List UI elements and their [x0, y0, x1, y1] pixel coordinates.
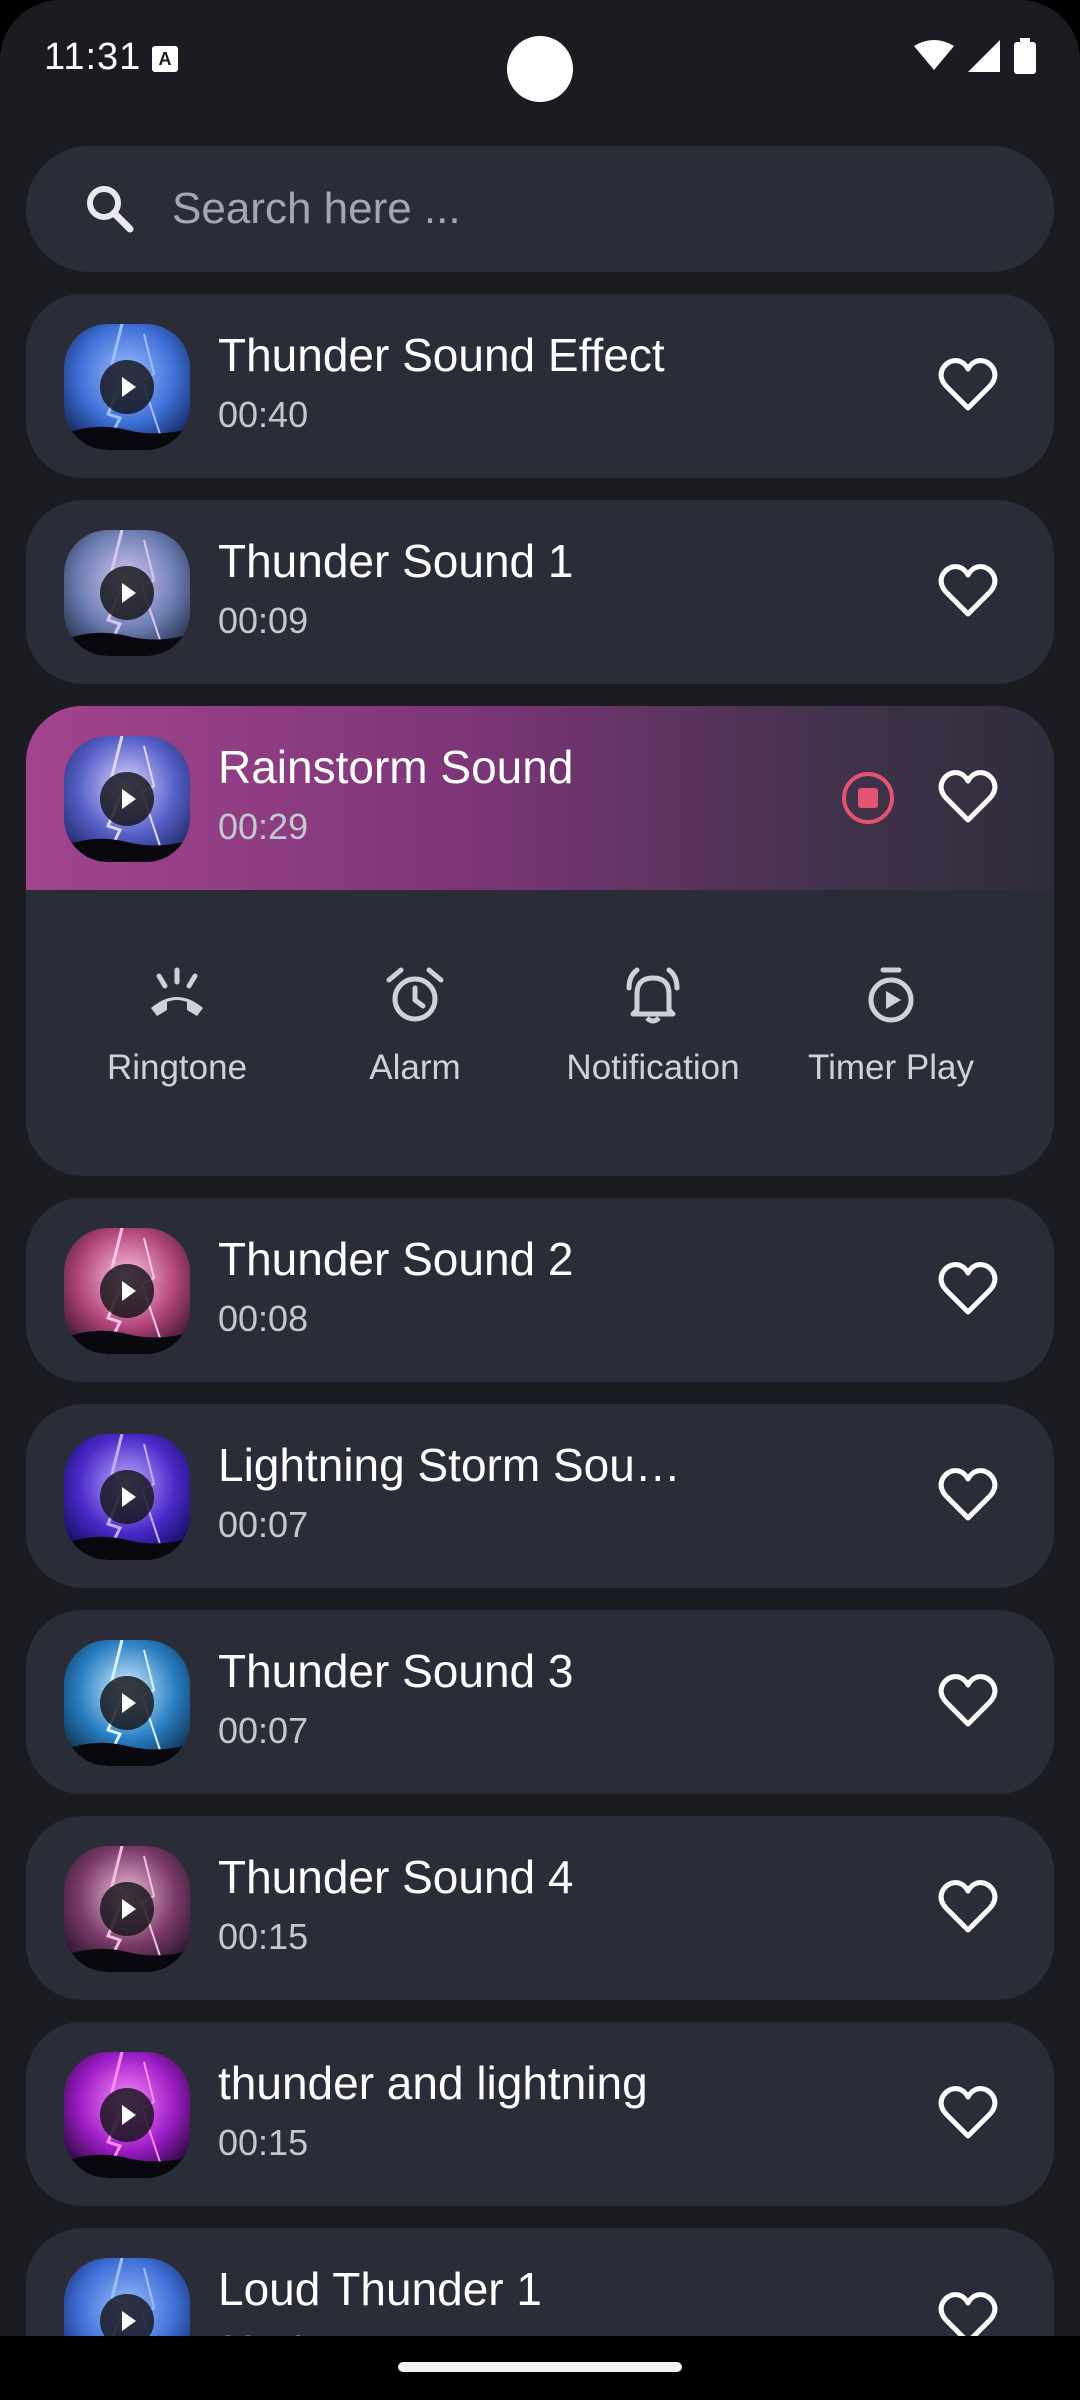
sound-card-header[interactable]: Thunder Sound Effect 00:40	[26, 294, 1054, 478]
sound-thumbnail[interactable]	[64, 2052, 190, 2178]
stop-icon[interactable]	[840, 770, 896, 826]
sound-card-expanded[interactable]: Rainstorm Sound 00:29 Ringtone Alarm Notif…	[26, 706, 1054, 1176]
sound-card-header[interactable]: thunder and lightning 00:15	[26, 2022, 1054, 2206]
favorite-heart-icon[interactable]	[938, 562, 998, 622]
sound-duration: 00:15	[218, 2122, 309, 2163]
sound-card[interactable]: Thunder Sound Effect 00:40	[26, 294, 1054, 478]
sound-duration: 00:09	[218, 600, 309, 641]
search-icon	[87, 186, 134, 233]
sound-thumbnail[interactable]	[64, 736, 190, 862]
action-ringtone-button[interactable]: Ringtone	[58, 890, 296, 1176]
alarm-icon	[383, 964, 447, 1028]
sound-card-header[interactable]: Lightning Storm Sou… 00:07	[26, 1404, 1054, 1588]
sound-card[interactable]: Thunder Sound 2 00:08	[26, 1198, 1054, 1382]
sound-title: Thunder Sound 1	[218, 535, 574, 587]
play-icon[interactable]	[100, 2088, 154, 2142]
sound-list: Thunder Sound Effect 00:40 Thunder Sound…	[26, 294, 1054, 2400]
action-label: Alarm	[369, 1048, 461, 1087]
favorite-heart-icon[interactable]	[938, 768, 998, 828]
favorite-heart-icon[interactable]	[938, 1260, 998, 1320]
sound-card[interactable]: Thunder Sound 3 00:07	[26, 1610, 1054, 1794]
sound-title: Lightning Storm Sou…	[218, 1439, 681, 1491]
sound-card[interactable]: Thunder Sound 1 00:09	[26, 500, 1054, 684]
sound-card[interactable]: thunder and lightning 00:15	[26, 2022, 1054, 2206]
play-icon[interactable]	[100, 360, 154, 414]
sound-actions: Ringtone Alarm Notification Timer Play	[26, 890, 1054, 1176]
signal-icon	[968, 40, 1000, 72]
sound-card-header[interactable]: Thunder Sound 1 00:09	[26, 500, 1054, 684]
action-notification-button[interactable]: Notification	[534, 890, 772, 1176]
action-label: Ringtone	[106, 1048, 248, 1087]
sound-duration: 00:07	[218, 1710, 309, 1751]
sound-title: Thunder Sound 3	[218, 1645, 574, 1697]
action-alarm-button[interactable]: Alarm	[296, 890, 534, 1176]
ringtone-icon	[145, 964, 209, 1028]
favorite-heart-icon[interactable]	[938, 356, 998, 416]
favorite-heart-icon[interactable]	[938, 2084, 998, 2144]
sound-thumbnail[interactable]	[64, 1846, 190, 1972]
search-input[interactable]	[172, 169, 1054, 249]
sound-thumbnail[interactable]	[64, 1640, 190, 1766]
sound-title: Thunder Sound 4	[218, 1851, 574, 1903]
sound-title: Loud Thunder 1	[218, 2263, 542, 2315]
sound-duration: 00:29	[218, 806, 309, 847]
status-time: 11:31	[44, 36, 142, 78]
action-label: Notification	[566, 1048, 740, 1087]
app-screen: 11:31 A Search here ... Thunder Sound Ef…	[0, 0, 1080, 2400]
play-icon[interactable]	[100, 1264, 154, 1318]
favorite-heart-icon[interactable]	[938, 1878, 998, 1938]
sound-thumbnail[interactable]	[64, 324, 190, 450]
sound-duration: 00:15	[218, 1916, 309, 1957]
timer-icon	[859, 964, 923, 1028]
sound-card-header[interactable]: Thunder Sound 4 00:15	[26, 1816, 1054, 2000]
notification-a-icon: A	[152, 46, 178, 72]
sound-thumbnail[interactable]	[64, 1434, 190, 1560]
sound-card[interactable]: Thunder Sound 4 00:15	[26, 1816, 1054, 2000]
home-gesture-handle[interactable]	[398, 2362, 682, 2372]
battery-icon	[1014, 38, 1036, 74]
sound-duration: 00:40	[218, 394, 309, 435]
play-icon[interactable]	[100, 1676, 154, 1730]
sound-thumbnail[interactable]	[64, 1228, 190, 1354]
sound-duration: 00:07	[218, 1504, 309, 1545]
sound-card-header[interactable]: Thunder Sound 2 00:08	[26, 1198, 1054, 1382]
sound-card-header[interactable]: Rainstorm Sound 00:29	[26, 706, 1054, 890]
status-bar: 11:31 A	[0, 0, 1080, 120]
favorite-heart-icon[interactable]	[938, 1466, 998, 1526]
sound-card-header[interactable]: Thunder Sound 3 00:07	[26, 1610, 1054, 1794]
wifi-icon	[914, 40, 954, 70]
sound-title: Thunder Sound Effect	[218, 329, 665, 381]
sound-card[interactable]: Lightning Storm Sou… 00:07	[26, 1404, 1054, 1588]
sound-title: Thunder Sound 2	[218, 1233, 574, 1285]
play-icon[interactable]	[100, 1470, 154, 1524]
camera-cutout	[507, 36, 573, 102]
sound-title: Rainstorm Sound	[218, 741, 574, 793]
sound-title: thunder and lightning	[218, 2057, 648, 2109]
action-label: Timer Play	[808, 1048, 974, 1087]
sound-thumbnail[interactable]	[64, 530, 190, 656]
sound-duration: 00:08	[218, 1298, 309, 1339]
favorite-heart-icon[interactable]	[938, 1672, 998, 1732]
play-icon[interactable]	[100, 1882, 154, 1936]
play-icon[interactable]	[100, 566, 154, 620]
status-icons	[914, 38, 1036, 74]
action-timer-play-button[interactable]: Timer Play	[772, 890, 1010, 1176]
play-icon[interactable]	[100, 772, 154, 826]
search-bar[interactable]	[26, 146, 1054, 272]
notification-icon	[621, 964, 685, 1028]
